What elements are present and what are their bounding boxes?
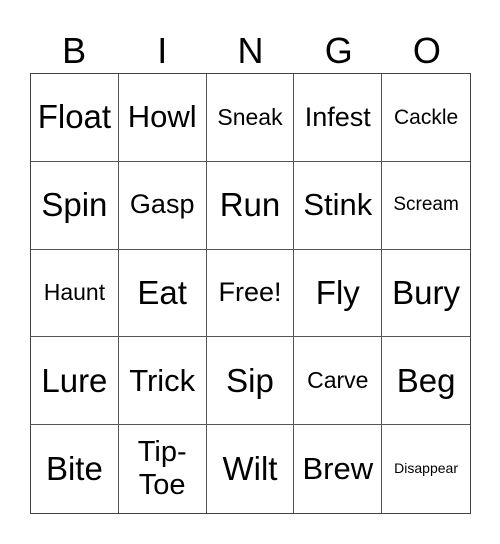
bingo-cell[interactable]: Cackle <box>382 74 470 162</box>
bingo-cell[interactable]: Spin <box>31 161 119 250</box>
bingo-cell[interactable]: Carve <box>294 337 383 426</box>
bingo-header: B I N G O <box>30 30 471 72</box>
bingo-cell[interactable]: Haunt <box>31 249 119 338</box>
bingo-cell[interactable]: Stink <box>294 161 383 250</box>
bingo-cell[interactable]: Trick <box>118 337 207 426</box>
bingo-cell[interactable]: Tip- Toe <box>119 425 207 513</box>
bingo-cell[interactable]: Lure <box>31 337 119 426</box>
header-letter-o: O <box>412 30 441 71</box>
bingo-cell[interactable]: Sneak <box>206 74 295 162</box>
bingo-cell[interactable]: Bury <box>382 250 470 338</box>
header-letter-i: I <box>157 30 168 71</box>
bingo-cell[interactable]: Beg <box>382 337 470 426</box>
bingo-cell[interactable]: Infest <box>294 74 383 162</box>
bingo-cell[interactable]: Free! <box>206 249 295 338</box>
bingo-cell[interactable]: Howl <box>118 74 207 162</box>
bingo-cell[interactable]: Wilt <box>207 425 295 513</box>
header-letter-n: N <box>237 30 264 71</box>
bingo-cell[interactable]: Run <box>206 161 295 250</box>
bingo-grid: Float Howl Sneak Infest Cackle Spin Gasp… <box>30 73 471 514</box>
bingo-cell[interactable]: Scream <box>382 162 470 250</box>
bingo-cell[interactable]: Gasp <box>118 161 207 250</box>
bingo-cell[interactable]: Brew <box>294 425 383 513</box>
bingo-cell[interactable]: Float <box>31 74 119 162</box>
bingo-cell[interactable]: Fly <box>294 249 383 338</box>
bingo-cell[interactable]: Disappear <box>382 425 470 513</box>
bingo-cell[interactable]: Sip <box>206 337 295 426</box>
bingo-cell[interactable]: Bite <box>31 425 119 513</box>
header-letter-g: G <box>324 30 353 71</box>
header-letter-b: B <box>62 30 87 71</box>
bingo-cell[interactable]: Eat <box>118 249 207 338</box>
